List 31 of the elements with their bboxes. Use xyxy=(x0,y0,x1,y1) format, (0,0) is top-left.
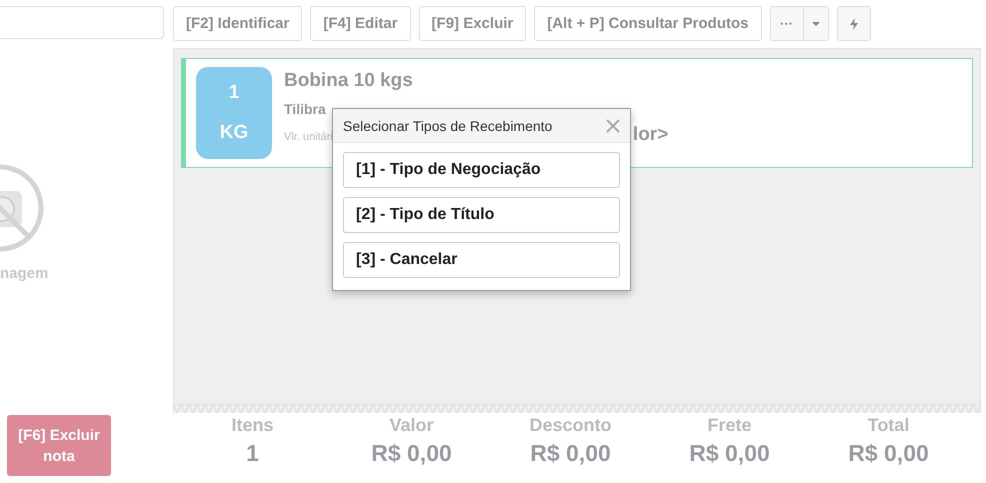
dialog-option[interactable]: [3] - Cancelar xyxy=(343,242,620,278)
search-field[interactable] xyxy=(0,6,164,39)
toolbar-button[interactable]: [F2] Identificar xyxy=(173,6,302,41)
total-label: Frete xyxy=(707,415,752,436)
toolbar-button[interactable]: [F4] Editar xyxy=(310,6,411,41)
no-image-icon xyxy=(0,163,44,253)
total-value: R$ 0,00 xyxy=(689,440,770,467)
dialog-option[interactable]: [2] - Tipo de Título xyxy=(343,197,620,233)
quantity: 1 xyxy=(228,82,240,104)
product-brand: Tilibra xyxy=(284,101,327,117)
product-name: Bobina 10 kgs xyxy=(284,70,414,92)
total-value: R$ 0,00 xyxy=(848,440,929,467)
lightning-button[interactable] xyxy=(836,6,870,41)
lightning-icon xyxy=(850,18,858,30)
dialog-option[interactable]: [1] - Tipo de Negociação xyxy=(343,152,620,188)
dialog-title: Selecionar Tipos de Recebimento xyxy=(343,118,552,134)
delete-note-button[interactable]: [F6] Excluir nota xyxy=(7,415,111,476)
total-value: 1 xyxy=(246,440,259,467)
toolbar-button[interactable]: [F9] Excluir xyxy=(418,6,526,41)
unit-price-label: Vlr. unitári xyxy=(284,131,333,143)
unit: KG xyxy=(220,122,248,144)
total-value: R$ 0,00 xyxy=(530,440,611,467)
total-label: Itens xyxy=(231,415,274,436)
caret-icon xyxy=(812,22,820,26)
total-label: Desconto xyxy=(529,415,612,436)
total-label: Valor xyxy=(389,415,434,436)
toolbar-button[interactable]: [Alt + P] Consultar Produtos xyxy=(534,6,762,41)
total-label: Total xyxy=(868,415,910,436)
total-value: R$ 0,00 xyxy=(371,440,452,467)
product-price: lor> xyxy=(632,124,668,146)
close-icon[interactable] xyxy=(606,118,620,132)
